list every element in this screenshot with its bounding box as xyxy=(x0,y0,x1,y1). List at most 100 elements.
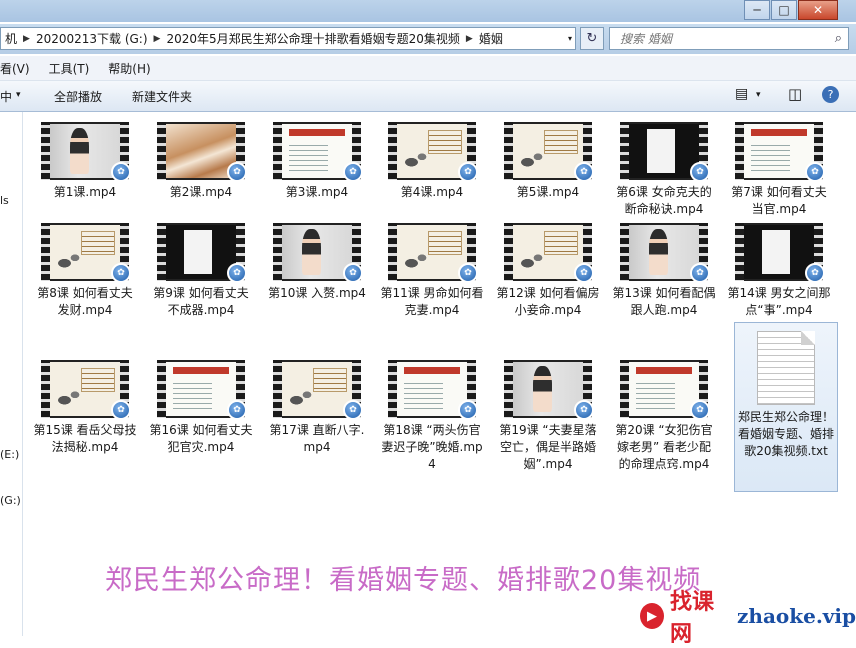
video-thumbnail: ✿ xyxy=(41,223,129,281)
file-item-video[interactable]: ✿ 第19课 “夫妻星落空亡，偶是半路婚姻”.mp4 xyxy=(492,360,604,473)
play-all-button[interactable]: 全部播放 xyxy=(54,88,102,105)
film-strip-icon xyxy=(157,360,166,418)
maximize-button[interactable]: □ xyxy=(771,0,797,20)
file-item-video[interactable]: ✿ 第4课.mp4 xyxy=(376,122,488,201)
minimize-button[interactable]: ─ xyxy=(744,0,770,20)
thumbnail-frame xyxy=(513,225,583,279)
file-item-video[interactable]: ✿ 第18课 “两头伤官 妻迟子晚”晚婚.mp4 xyxy=(376,360,488,473)
file-item-video[interactable]: ✿ 第12课 如何看偏房小妾命.mp4 xyxy=(492,223,604,319)
breadcrumb-computer[interactable]: 机 xyxy=(1,30,21,47)
file-item-video[interactable]: ✿ 第11课 男命如何看克妻.mp4 xyxy=(376,223,488,319)
menu-view[interactable]: 看(V) xyxy=(0,60,30,77)
search-input[interactable] xyxy=(610,30,822,47)
media-player-icon: ✿ xyxy=(690,400,708,418)
video-thumbnail: ✿ xyxy=(504,360,592,418)
file-item-video[interactable]: ✿ 第8课 如何看丈夫发财.mp4 xyxy=(29,223,141,319)
thumbnail-frame xyxy=(50,225,120,279)
film-strip-icon xyxy=(388,223,397,281)
navigation-pane[interactable]: ls (E:) (G:) xyxy=(0,112,23,636)
film-strip-icon xyxy=(273,360,282,418)
file-item-video[interactable]: ✿ 第3课.mp4 xyxy=(261,122,373,201)
video-thumbnail: ✿ xyxy=(157,223,245,281)
toolbar-organize-label[interactable]: 中 xyxy=(0,88,12,105)
menu-help[interactable]: 帮助(H) xyxy=(108,60,150,77)
file-item-video[interactable]: ✿ 第15课 看岳父母技法揭秘.mp4 xyxy=(29,360,141,456)
video-thumbnail: ✿ xyxy=(41,360,129,418)
file-item-txt[interactable]: 郑民生郑公命理！看婚姻专题、婚排歌20集视频.txt xyxy=(734,322,838,492)
media-player-icon: ✿ xyxy=(458,263,476,281)
thumbnail-frame xyxy=(282,362,352,416)
file-item-video[interactable]: ✿ 第13课 如何看配偶跟人跑.mp4 xyxy=(608,223,720,319)
file-item-video[interactable]: ✿ 第5课.mp4 xyxy=(492,122,604,201)
thumbnail-frame xyxy=(397,362,467,416)
media-player-icon: ✿ xyxy=(227,400,245,418)
change-view-icon[interactable]: ▤ xyxy=(735,86,748,102)
file-item-video[interactable]: ✿ 第7课 如何看丈夫当官.mp4 xyxy=(723,122,835,218)
file-name: 第13课 如何看配偶跟人跑.mp4 xyxy=(612,286,716,317)
file-name: 郑民生郑公命理！看婚姻专题、婚排歌20集视频.txt xyxy=(737,410,834,458)
file-item-video[interactable]: ✿ 第10课 入赘.mp4 xyxy=(261,223,373,302)
film-strip-icon xyxy=(41,122,50,180)
file-item-video[interactable]: ✿ 第1课.mp4 xyxy=(29,122,141,201)
file-item-video[interactable]: ✿ 第17课 直断八字.mp4 xyxy=(261,360,373,456)
view-options-chevron-icon[interactable]: ▾ xyxy=(756,90,761,100)
file-name: 第6课 女命克夫的断命秘诀.mp4 xyxy=(616,185,712,216)
address-bar[interactable]: 机 ▶ 20200213下载 (G:) ▶ 2020年5月郑民生郑公命理十排歌看… xyxy=(0,27,576,50)
media-player-icon: ✿ xyxy=(690,263,708,281)
file-name: 第18课 “两头伤官 妻迟子晚”晚婚.mp4 xyxy=(381,423,483,471)
breadcrumb-separator-icon[interactable]: ▶ xyxy=(464,34,475,44)
breadcrumb-separator-icon[interactable]: ▶ xyxy=(21,34,32,44)
video-thumbnail: ✿ xyxy=(157,360,245,418)
file-item-video[interactable]: ✿ 第14课 男女之间那点“事”.mp4 xyxy=(723,223,835,319)
title-bar: ─ □ ✕ xyxy=(0,0,856,22)
video-thumbnail: ✿ xyxy=(273,122,361,180)
preview-pane-icon[interactable]: ◫ xyxy=(788,85,802,103)
thumbnail-frame xyxy=(282,124,352,178)
file-item-video[interactable]: ✿ 第9课 如何看丈夫不成器.mp4 xyxy=(145,223,257,319)
file-item-video[interactable]: ✿ 第2课.mp4 xyxy=(145,122,257,201)
film-strip-icon xyxy=(157,122,166,180)
nav-item-drive-e[interactable]: (E:) xyxy=(0,448,19,461)
media-player-icon: ✿ xyxy=(227,162,245,180)
search-box[interactable]: ⌕ xyxy=(609,27,849,50)
film-strip-icon xyxy=(273,223,282,281)
nav-item-libraries[interactable]: ls xyxy=(0,194,9,207)
file-item-video[interactable]: ✿ 第20课 “女犯伤官嫁老男” 看老少配的命理点窍.mp4 xyxy=(608,360,720,473)
video-thumbnail: ✿ xyxy=(388,122,476,180)
video-thumbnail: ✿ xyxy=(504,122,592,180)
file-item-video[interactable]: ✿ 第6课 女命克夫的断命秘诀.mp4 xyxy=(608,122,720,218)
refresh-icon[interactable]: ↻ xyxy=(580,27,604,50)
thumbnail-frame xyxy=(397,124,467,178)
file-name: 第14课 男女之间那点“事”.mp4 xyxy=(727,286,831,317)
media-player-icon: ✿ xyxy=(690,162,708,180)
media-player-icon: ✿ xyxy=(227,263,245,281)
breadcrumb-current[interactable]: 婚姻 xyxy=(475,30,507,47)
new-folder-button[interactable]: 新建文件夹 xyxy=(132,88,192,105)
media-player-icon: ✿ xyxy=(343,263,361,281)
menu-tools[interactable]: 工具(T) xyxy=(49,60,90,77)
thumbnail-frame xyxy=(513,362,583,416)
chevron-down-icon[interactable]: ▾ xyxy=(16,90,21,100)
thumbnail-frame xyxy=(166,225,236,279)
film-strip-icon xyxy=(504,122,513,180)
thumbnail-frame xyxy=(50,124,120,178)
breadcrumb-folder[interactable]: 2020年5月郑民生郑公命理十排歌看婚姻专题20集视频 xyxy=(162,30,463,47)
film-strip-icon xyxy=(620,122,629,180)
media-player-icon: ✿ xyxy=(111,400,129,418)
video-thumbnail: ✿ xyxy=(41,122,129,180)
help-icon[interactable]: ? xyxy=(822,86,839,103)
breadcrumb-separator-icon[interactable]: ▶ xyxy=(152,34,163,44)
close-button[interactable]: ✕ xyxy=(798,0,838,20)
media-player-icon: ✿ xyxy=(805,263,823,281)
address-dropdown-icon[interactable]: ▾ xyxy=(563,27,577,50)
nav-item-drive-g[interactable]: (G:) xyxy=(0,494,21,507)
toolbar: 中 ▾ 全部播放 新建文件夹 ▤ ▾ ◫ ? xyxy=(0,81,856,112)
media-player-icon: ✿ xyxy=(111,162,129,180)
site-watermark: ▶ 找课网 zhaoke.vip xyxy=(640,589,856,647)
media-player-icon: ✿ xyxy=(574,263,592,281)
file-name: 第19课 “夫妻星落空亡，偶是半路婚姻”.mp4 xyxy=(499,423,597,471)
breadcrumb-drive[interactable]: 20200213下载 (G:) xyxy=(32,30,152,47)
video-thumbnail: ✿ xyxy=(388,360,476,418)
file-item-video[interactable]: ✿ 第16课 如何看丈夫犯官灾.mp4 xyxy=(145,360,257,456)
search-icon[interactable]: ⌕ xyxy=(835,31,842,46)
